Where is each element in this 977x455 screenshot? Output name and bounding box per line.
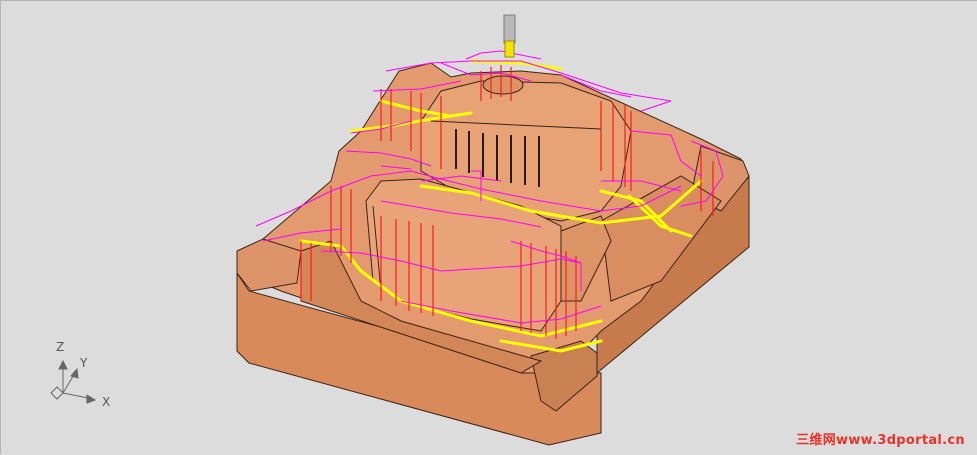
axis-x-label: X: [102, 395, 111, 409]
cutting-tool: [503, 14, 516, 58]
cam-3d-viewport[interactable]: Z Y X 三维网www.3dportal.cn: [0, 0, 977, 454]
axis-y-label: Y: [80, 356, 88, 370]
machining-scene: [50, 14, 750, 446]
watermark-text: 三维网www.3dportal.cn: [796, 433, 965, 448]
axis-z-label: Z: [56, 340, 65, 354]
axis-triad: [50, 359, 97, 404]
